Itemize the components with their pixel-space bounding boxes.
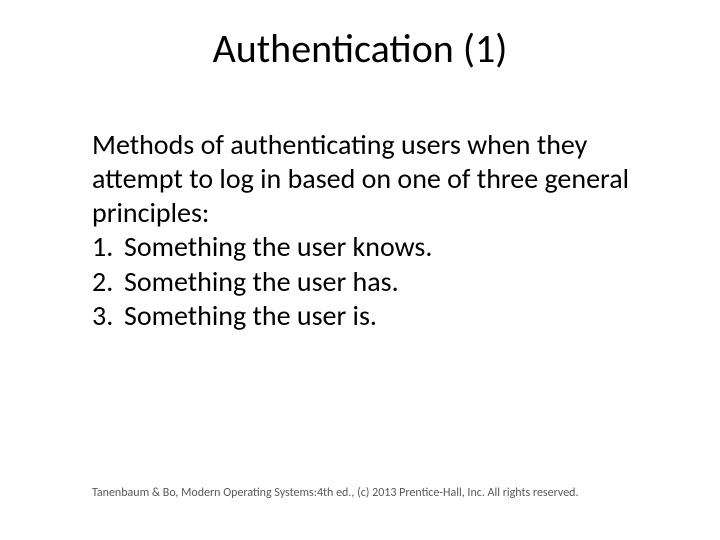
footer-citation: Tanenbaum & Bo, Modern Operating Systems… <box>92 486 652 500</box>
slide: Authentication (1) Methods of authentica… <box>0 0 720 540</box>
slide-body: Methods of authenticating users when the… <box>92 128 652 333</box>
list-item: 2.Something the user has. <box>92 265 652 299</box>
list-text: Something the user knows. <box>124 229 432 264</box>
list-text: Something the user has. <box>124 264 399 299</box>
list-text: Something the user is. <box>124 298 377 333</box>
list-item: 3.Something the user is. <box>92 299 652 333</box>
list-number: 2. <box>92 265 124 299</box>
list-number: 3. <box>92 299 124 333</box>
list-number: 1. <box>92 230 124 264</box>
slide-title: Authentication (1) <box>0 24 720 73</box>
intro-text: Methods of authenticating users when the… <box>92 128 652 230</box>
principles-list: 1.Something the user knows. 2.Something … <box>92 230 652 332</box>
list-item: 1.Something the user knows. <box>92 230 652 264</box>
